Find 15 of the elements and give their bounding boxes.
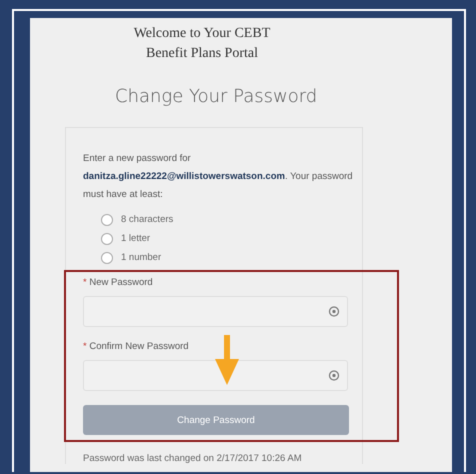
field-label: * Confirm New Password xyxy=(83,341,190,353)
password-field[interactable] xyxy=(83,296,348,327)
field-label: * New Password xyxy=(83,277,154,289)
portal-title: Welcome to Your CEBT xyxy=(132,25,272,43)
requirement-label: 8 characters xyxy=(121,214,174,225)
requirement-label: 1 number xyxy=(121,252,162,263)
last-changed-note: Password was last changed on 2/17/2017 10:26 AM xyxy=(83,453,303,464)
page-heading: Change Your Password xyxy=(115,86,318,107)
password-field[interactable] xyxy=(83,360,348,391)
portal-title: Benefit Plans Portal xyxy=(145,45,259,63)
requirement-label: 1 letter xyxy=(121,233,150,244)
eye-icon[interactable] xyxy=(328,306,340,318)
instruction-text: Enter a new password for danitza.gline22222@willistowerswatson.com. Your password must have at least: xyxy=(83,152,353,202)
arrow-icon xyxy=(215,335,239,385)
eye-icon[interactable] xyxy=(328,370,340,382)
